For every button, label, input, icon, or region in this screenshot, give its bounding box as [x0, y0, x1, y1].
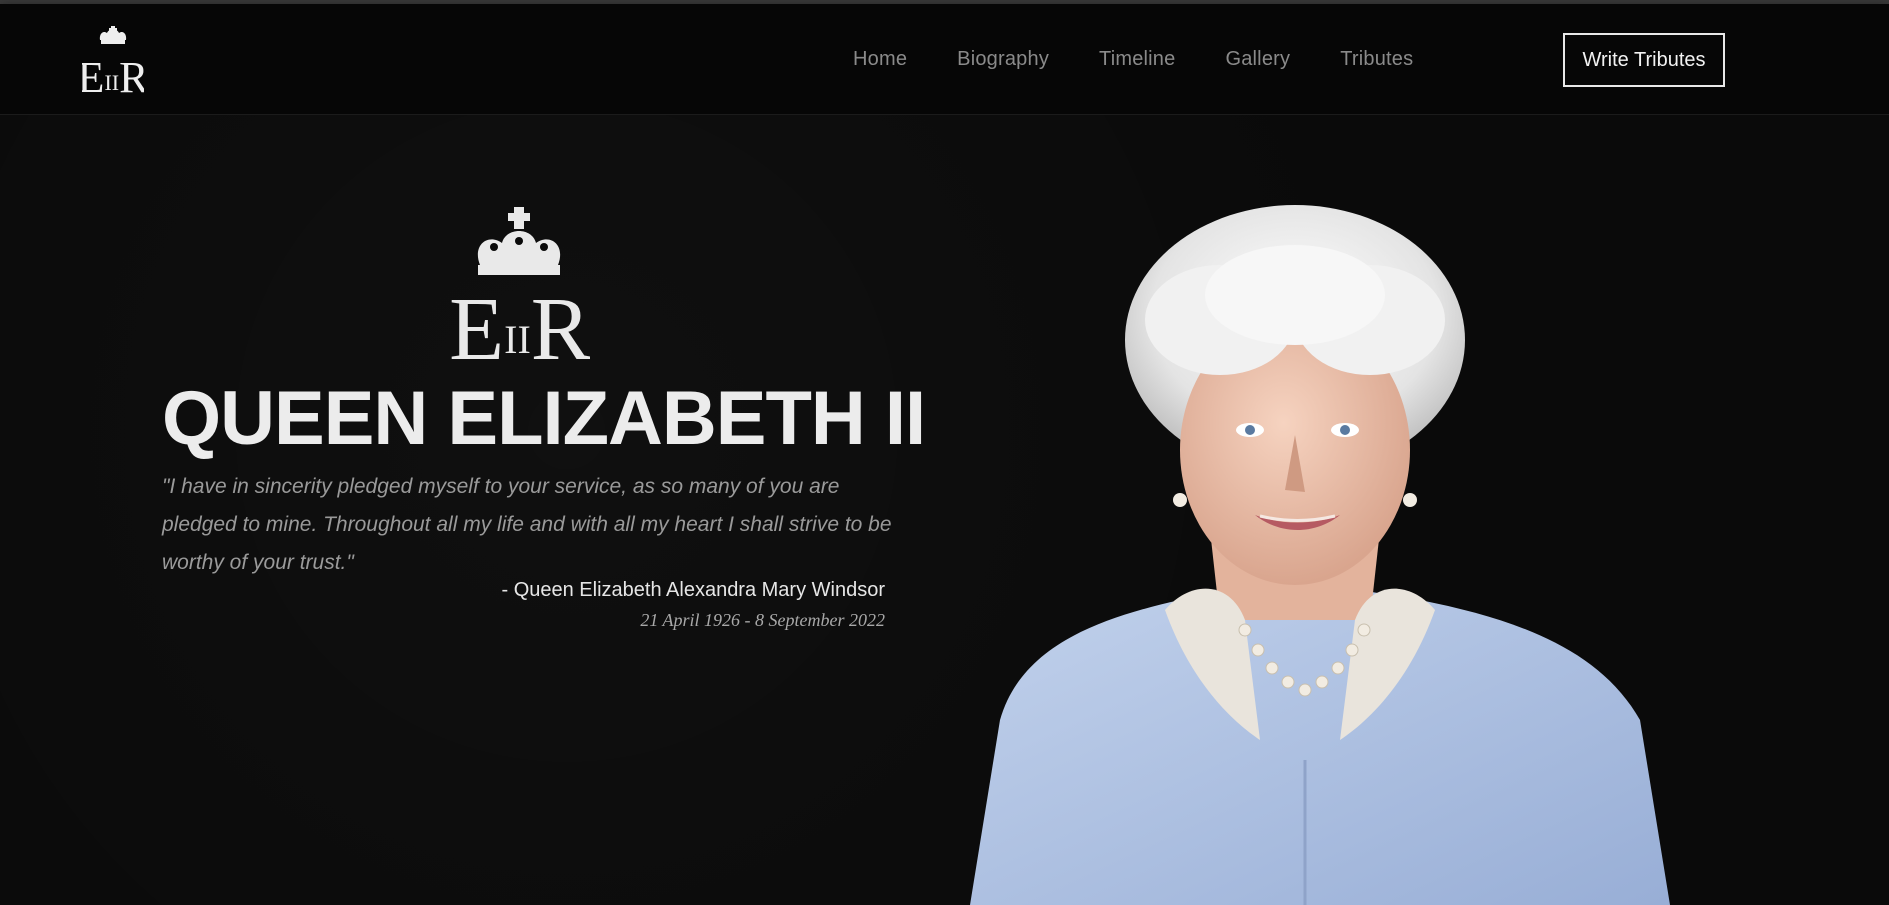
- svg-text:EIIR: EIIR: [82, 53, 144, 96]
- main-menu: Home Biography Timeline Gallery Tributes: [853, 48, 1413, 71]
- quote-text: "I have in sincerity pledged myself to y…: [162, 475, 892, 574]
- hero-section: EIIR QUEEN ELIZABETH II "I have in since…: [0, 115, 1889, 905]
- write-tributes-button[interactable]: Write Tributes: [1563, 33, 1725, 87]
- nav-home[interactable]: Home: [853, 48, 907, 71]
- quote-attribution: - Queen Elizabeth Alexandra Mary Windsor: [501, 579, 885, 601]
- royal-cypher-logo[interactable]: EIIR: [78, 26, 149, 102]
- page-title: QUEEN ELIZABETH II: [162, 376, 926, 461]
- queen-portrait: [960, 200, 1700, 905]
- nav-biography[interactable]: Biography: [957, 48, 1049, 71]
- nav-timeline[interactable]: Timeline: [1099, 48, 1175, 71]
- life-dates: 21 April 1926 - 8 September 2022: [640, 610, 885, 630]
- nav-gallery[interactable]: Gallery: [1225, 48, 1290, 71]
- royal-cypher-icon: EIIR: [449, 207, 591, 379]
- nav-tributes[interactable]: Tributes: [1340, 48, 1413, 71]
- top-navigation-bar: EIIR Home Biography Timeline Gallery Tri…: [0, 4, 1889, 115]
- svg-text:EIIR: EIIR: [450, 280, 590, 367]
- crown-icon: EIIR: [78, 26, 149, 102]
